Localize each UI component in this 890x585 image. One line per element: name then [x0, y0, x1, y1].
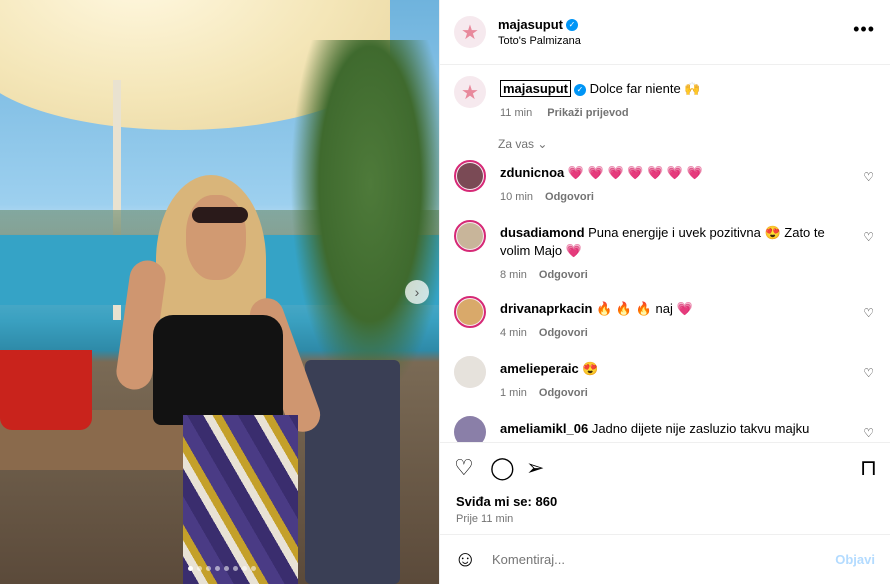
comment-avatar[interactable] [454, 296, 486, 328]
author-avatar[interactable]: ★ [454, 76, 486, 108]
comment-item: ameliamikl_06 Jadno dijete nije zasluzio… [454, 416, 874, 442]
post-comment-button[interactable]: Objavi [835, 552, 875, 567]
comment-body: dusadiamond Puna energije i uvek pozitiv… [500, 224, 850, 284]
carousel-dot [242, 566, 247, 571]
reply-button[interactable]: Odgovori [539, 327, 588, 339]
bookmark-icon[interactable]: ⊓ [860, 457, 877, 479]
carousel-dot [206, 566, 211, 571]
author-username[interactable]: majasuput [498, 17, 563, 32]
carousel-dots [188, 566, 256, 571]
comment-time[interactable]: 10 min [500, 191, 533, 203]
heart-icon[interactable]: ♡ [454, 457, 474, 479]
carousel-dot [224, 566, 229, 571]
comment-avatar[interactable] [454, 220, 486, 252]
comment-body: ameliamikl_06 Jadno dijete nije zasluzio… [500, 420, 850, 438]
patterned-skirt [183, 415, 298, 584]
post-time[interactable]: Prije 11 min [456, 513, 513, 525]
comment-composer: ☺ Objavi [440, 534, 890, 585]
comment-avatar[interactable] [454, 160, 486, 192]
comment-item: amelieperaic 😍 1 min Odgovori ♡ [454, 356, 874, 406]
comment-item: dusadiamond Puna energije i uvek pozitiv… [454, 220, 874, 281]
sunglasses [192, 207, 248, 223]
comment-text: Jadno dijete nije zasluzio takvu majku [591, 421, 810, 436]
comment-body: amelieperaic 😍 1 min Odgovori [500, 360, 850, 402]
caption-text: Dolce far niente 🙌 [589, 81, 701, 96]
caption-time[interactable]: 11 min [500, 107, 532, 119]
caption-body: majasuput ✓ Dolce far niente 🙌 11 min Pri… [500, 80, 850, 122]
comment-meta: 10 min Odgovori [500, 188, 850, 206]
for-you-label: Za vas [498, 137, 535, 151]
comment-meta: 1 min Odgovori [500, 384, 850, 402]
comment-username[interactable]: amelieperaic [500, 361, 579, 376]
carousel-dot [188, 566, 193, 571]
author-avatar[interactable]: ★ [454, 16, 486, 48]
comment-meta: 8 min Odgovori [500, 266, 850, 284]
comment-username[interactable]: ameliamikl_06 [500, 421, 588, 436]
avatar-image [457, 223, 483, 249]
comment-username[interactable]: dusadiamond [500, 225, 585, 240]
like-comment-heart-icon[interactable]: ♡ [863, 230, 874, 244]
carousel-dot [215, 566, 220, 571]
carousel-dot [251, 566, 256, 571]
like-comment-heart-icon[interactable]: ♡ [863, 366, 874, 380]
reply-button[interactable]: Odgovori [539, 387, 588, 399]
comment-body: drivanaprkacin 🔥 🔥 🔥 naj 💗 4 min Odgovori [500, 300, 850, 342]
author-name-wrap: majasuput ✓ [498, 16, 579, 34]
avatar-image [457, 299, 483, 325]
comments-list: ★ majasuput ✓ Dolce far niente 🙌 11 min P… [440, 64, 890, 442]
comment-text: 💗 💗 💗 💗 💗 💗 💗 [567, 165, 703, 180]
verified-icon: ✓ [574, 83, 587, 96]
caption-meta: 11 min Prikaži prijevod [500, 104, 850, 122]
emoji-icon[interactable]: ☺ [454, 548, 476, 570]
comment-meta: 4 min Odgovori [500, 324, 850, 342]
share-icon[interactable]: ➢ [526, 457, 544, 479]
comment-username[interactable]: drivanaprkacin [500, 301, 593, 316]
comment-time[interactable]: 8 min [500, 269, 527, 281]
chevron-down-icon: ⌄ [537, 137, 548, 151]
wine-bucket [0, 350, 92, 430]
verified-icon: ✓ [566, 18, 579, 31]
carousel-dot [197, 566, 202, 571]
black-top [153, 315, 283, 425]
comment-text: 🔥 🔥 🔥 naj 💗 [596, 301, 693, 316]
reply-button[interactable]: Odgovori [539, 269, 588, 281]
comment-item: drivanaprkacin 🔥 🔥 🔥 naj 💗 4 min Odgovori… [454, 296, 874, 346]
avatar-image [454, 356, 486, 388]
post-details-panel: ★ majasuput ✓ Toto's Palmizana ••• ★ maja… [439, 0, 890, 584]
comment-icon[interactable]: ◯ [490, 457, 515, 479]
comment-input[interactable] [490, 551, 814, 568]
comment-avatar[interactable] [454, 356, 486, 388]
translate-link[interactable]: Prikaži prijevod [547, 107, 628, 119]
avatar-image [457, 163, 483, 189]
like-comment-heart-icon[interactable]: ♡ [863, 170, 874, 184]
comment-time[interactable]: 4 min [500, 327, 527, 339]
reply-button[interactable]: Odgovori [545, 191, 594, 203]
avatar-image [454, 416, 486, 442]
caption: ★ majasuput ✓ Dolce far niente 🙌 11 min P… [454, 76, 874, 126]
post-location[interactable]: Toto's Palmizana [498, 35, 581, 47]
comment-avatar[interactable] [454, 416, 486, 442]
likes-count[interactable]: Sviđa mi se: 860 [456, 494, 557, 509]
comment-item: zdunicnoa 💗 💗 💗 💗 💗 💗 💗 10 min Odgovori ♡ [454, 160, 874, 210]
comment-body: zdunicnoa 💗 💗 💗 💗 💗 💗 💗 10 min Odgovori [500, 164, 850, 206]
comment-text: 😍 [582, 361, 599, 376]
next-photo-button[interactable]: › [405, 280, 429, 304]
more-options-icon[interactable]: ••• [853, 20, 875, 38]
comment-time[interactable]: 1 min [500, 387, 527, 399]
chair [305, 360, 400, 584]
caption-username[interactable]: majasuput [500, 80, 572, 97]
like-comment-heart-icon[interactable]: ♡ [863, 426, 874, 440]
like-comment-heart-icon[interactable]: ♡ [863, 306, 874, 320]
palm-tree [290, 40, 439, 400]
for-you-toggle[interactable]: Za vas ⌄ [498, 137, 547, 151]
woman-figure [114, 175, 325, 584]
comment-username[interactable]: zdunicnoa [500, 165, 564, 180]
post-photo[interactable]: › [0, 0, 439, 584]
post-actions: ♡ ◯ ➢ ⊓ Sviđa mi se: 860 Prije 11 min [440, 442, 890, 535]
carousel-dot [233, 566, 238, 571]
post-header: ★ majasuput ✓ Toto's Palmizana ••• [440, 0, 890, 65]
